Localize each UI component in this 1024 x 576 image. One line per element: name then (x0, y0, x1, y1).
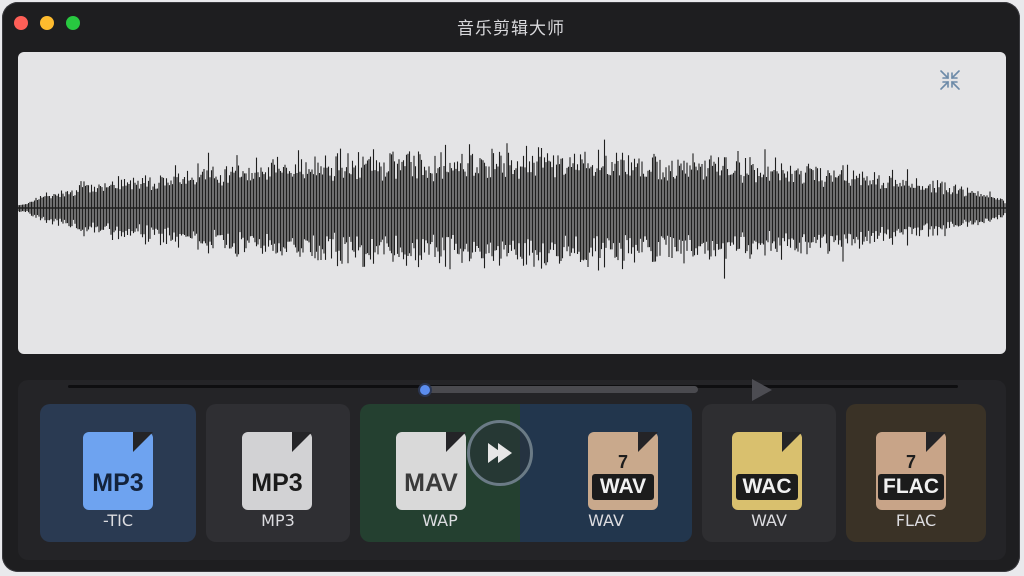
file-icon: MP3 (83, 432, 153, 510)
progress-track[interactable] (68, 379, 958, 401)
format-tile-wac[interactable]: WAC WAV (702, 404, 836, 542)
audio-waveform[interactable] (18, 52, 1006, 354)
app-window: 音乐剪辑大师 MP3 -TIC MP3 MP3 MAV WAP 7 WAV WA… (2, 2, 1020, 572)
convert-button[interactable] (467, 420, 533, 486)
play-marker-icon[interactable] (752, 379, 772, 401)
waveform-panel[interactable] (18, 52, 1006, 354)
progress-range (418, 386, 698, 393)
file-icon: MAV (396, 432, 466, 510)
fast-forward-icon (488, 443, 512, 463)
format-tile-source[interactable]: MP3 -TIC (40, 404, 196, 542)
file-icon: WAC (732, 432, 802, 510)
file-icon: 7 FLAC (876, 432, 946, 510)
progress-handle[interactable] (420, 385, 430, 395)
waveform-path (18, 139, 1006, 279)
window-title: 音乐剪辑大师 (457, 19, 565, 39)
format-label: WAP (422, 511, 458, 530)
format-label: WAV (751, 511, 787, 530)
format-label: WAV (588, 511, 624, 530)
format-label: FLAC (895, 511, 937, 530)
title-bar: 音乐剪辑大师 (2, 2, 1020, 48)
file-icon: MP3 (242, 432, 312, 510)
file-icon: 7 WAV (588, 432, 658, 510)
format-label: -TIC (103, 511, 133, 530)
format-label: MP3 (261, 511, 295, 530)
format-tile-flac[interactable]: 7 FLAC FLAC (846, 404, 986, 542)
conversion-panel: MP3 -TIC MP3 MP3 MAV WAP 7 WAV WAV WAC W… (18, 379, 1006, 560)
collapse-icon[interactable] (938, 68, 962, 92)
format-tile-mp3[interactable]: MP3 MP3 (206, 404, 350, 542)
format-tile-wav-target[interactable]: 7 WAV WAV (520, 404, 692, 542)
